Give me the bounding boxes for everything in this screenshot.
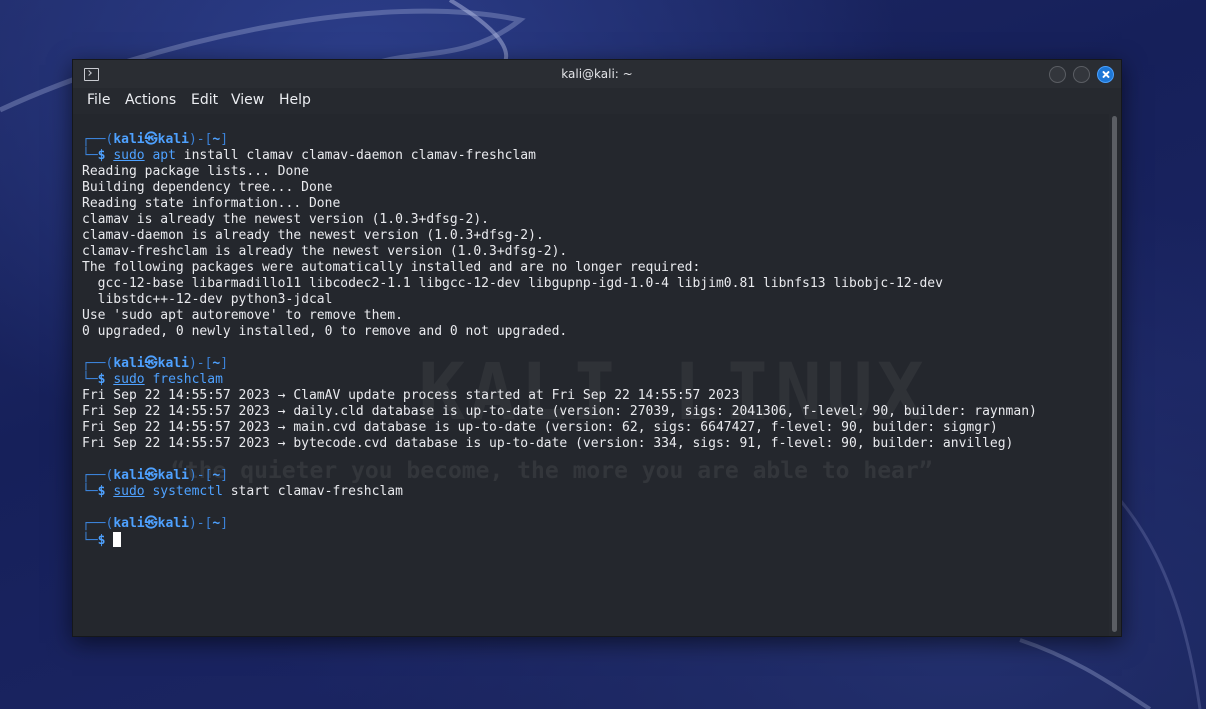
command-line: └─$ sudo systemctl start clamav-freshcla… bbox=[82, 484, 1101, 500]
command-sudo: sudo bbox=[113, 148, 145, 163]
prompt-dollar: $ bbox=[97, 533, 114, 548]
prompt-user: kali㉿kali bbox=[113, 516, 189, 531]
prompt-frame: ┌──( bbox=[82, 356, 114, 371]
maximize-button[interactable] bbox=[1073, 66, 1090, 83]
output-line: Fri Sep 22 14:55:57 2023 → ClamAV update… bbox=[82, 388, 740, 403]
menu-bar: File Actions Edit View Help bbox=[73, 88, 1121, 114]
output-line: Building dependency tree... Done bbox=[82, 180, 333, 195]
prompt-frame: └─ bbox=[82, 533, 98, 548]
menu-actions[interactable]: Actions bbox=[125, 92, 176, 108]
scrollbar[interactable] bbox=[1109, 114, 1121, 636]
prompt-dollar: $ bbox=[97, 148, 114, 163]
prompt-frame: ] bbox=[220, 132, 229, 147]
prompt-header-line: ┌──(kali㉿kali)-[~] bbox=[82, 468, 1101, 484]
command-line: └─$ bbox=[82, 532, 1101, 548]
output-line: Fri Sep 22 14:55:57 2023 → main.cvd data… bbox=[82, 420, 998, 435]
prompt-frame: )-[ bbox=[188, 516, 213, 531]
output-line: 0 upgraded, 0 newly installed, 0 to remo… bbox=[82, 324, 568, 339]
prompt-frame: └─ bbox=[82, 372, 98, 387]
prompt-header-line: ┌──(kali㉿kali)-[~] bbox=[82, 132, 1101, 148]
prompt-header-line: ┌──(kali㉿kali)-[~] bbox=[82, 516, 1101, 532]
output-line: Reading package lists... Done bbox=[82, 164, 309, 179]
menu-help[interactable]: Help bbox=[279, 92, 311, 108]
prompt-frame: ] bbox=[220, 468, 229, 483]
prompt-dollar: $ bbox=[97, 484, 114, 499]
title-bar[interactable]: kali@kali: ~ bbox=[73, 60, 1121, 88]
output-line: Reading state information... Done bbox=[82, 196, 341, 211]
prompt-frame: ┌──( bbox=[82, 468, 114, 483]
command-name: freshclam bbox=[152, 372, 223, 387]
prompt-frame: └─ bbox=[82, 484, 98, 499]
prompt-dollar: $ bbox=[97, 372, 114, 387]
command-args: install clamav clamav-daemon clamav-fres… bbox=[175, 148, 536, 163]
output-line: clamav is already the newest version (1.… bbox=[82, 212, 489, 227]
close-button[interactable] bbox=[1097, 66, 1114, 83]
scrollbar-thumb[interactable] bbox=[1112, 116, 1117, 632]
prompt-user: kali㉿kali bbox=[113, 356, 189, 371]
prompt-frame: )-[ bbox=[188, 356, 213, 371]
prompt-header-line: ┌──(kali㉿kali)-[~] bbox=[82, 356, 1101, 372]
output-line: clamav-freshclam is already the newest v… bbox=[82, 244, 568, 259]
command-args: start clamav-freshclam bbox=[222, 484, 403, 499]
prompt-frame: ┌──( bbox=[82, 132, 114, 147]
prompt-frame: ] bbox=[220, 356, 229, 371]
command-line: └─$ sudo freshclam bbox=[82, 372, 1101, 388]
command-name: systemctl bbox=[152, 484, 223, 499]
command-name: apt bbox=[152, 148, 176, 163]
prompt-frame: ] bbox=[220, 516, 229, 531]
prompt-frame: └─ bbox=[82, 148, 98, 163]
window-title: kali@kali: ~ bbox=[561, 67, 633, 81]
text-cursor bbox=[113, 532, 122, 547]
output-line: Fri Sep 22 14:55:57 2023 → bytecode.cvd … bbox=[82, 436, 1014, 451]
minimize-button[interactable] bbox=[1049, 66, 1066, 83]
terminal-output: ┌──(kali㉿kali)-[~] └─$ sudo apt install c… bbox=[82, 132, 1101, 548]
terminal-window: kali@kali: ~ File Actions Edit View Help… bbox=[72, 59, 1122, 637]
output-line: The following packages were automaticall… bbox=[82, 260, 701, 275]
output-line: Fri Sep 22 14:55:57 2023 → daily.cld dat… bbox=[82, 404, 1037, 419]
output-line: libstdc++-12-dev python3-jdcal bbox=[82, 292, 333, 307]
menu-view[interactable]: View bbox=[231, 92, 264, 108]
terminal-area[interactable]: KALI LINUX “the quieter you become, the … bbox=[73, 114, 1109, 636]
output-line: clamav-daemon is already the newest vers… bbox=[82, 228, 544, 243]
menu-file[interactable]: File bbox=[87, 92, 110, 108]
prompt-user: kali㉿kali bbox=[113, 132, 189, 147]
output-line: gcc-12-base libarmadillo11 libcodec2-1.1… bbox=[82, 276, 943, 291]
prompt-user: kali㉿kali bbox=[113, 468, 189, 483]
prompt-frame: )-[ bbox=[188, 132, 213, 147]
prompt-frame: )-[ bbox=[188, 468, 213, 483]
command-sudo: sudo bbox=[113, 372, 145, 387]
prompt-frame: ┌──( bbox=[82, 516, 114, 531]
menu-edit[interactable]: Edit bbox=[191, 92, 218, 108]
command-sudo: sudo bbox=[113, 484, 145, 499]
output-line: Use 'sudo apt autoremove' to remove them… bbox=[82, 308, 403, 323]
command-line: └─$ sudo apt install clamav clamav-daemo… bbox=[82, 148, 1101, 164]
